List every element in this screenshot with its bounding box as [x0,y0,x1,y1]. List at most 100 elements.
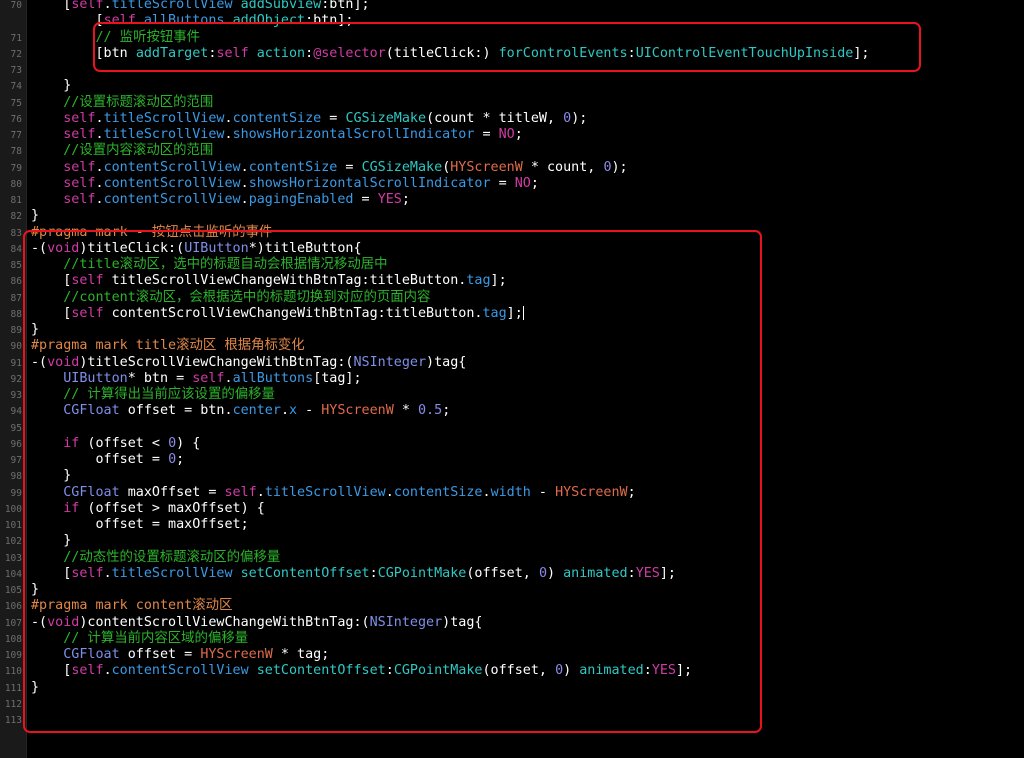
code-token: ; [514,127,523,142]
line-number: 73 [10,65,22,76]
line-number: 101 [4,520,22,531]
code-token: 0 [563,110,572,126]
code-token: self [63,159,96,175]
line-number: 99 [10,487,22,499]
line-number: 107 [4,617,22,629]
code-token: . [224,110,233,126]
code-token: showsHorizontalScrollIndicator [248,175,491,191]
line-number: 87 [10,292,22,304]
line-number: 79 [10,162,22,174]
code-token: . [95,175,104,191]
code-token: } [31,78,72,94]
line-number: 81 [10,195,22,206]
line-number: 103 [4,552,22,564]
code-token: self [71,0,104,12]
code-token: . [95,159,104,175]
line-number: 96 [10,438,22,450]
code-token: . [95,127,104,142]
code-line[interactable]: 79 self.contentScrollView.contentSize = … [0,160,1024,176]
code-line[interactable]: 80 self.contentScrollView.showsHorizonta… [0,176,1024,192]
line-number: 76 [10,113,22,125]
line-number: 102 [4,536,22,548]
line-number: 91 [10,357,22,369]
code-token: ); [611,159,628,175]
line-number: 95 [10,422,22,434]
line-number: 94 [10,406,22,418]
code-line[interactable]: 81 self.contentScrollView.pagingEnabled … [0,192,1024,208]
code-text: //设置内容滚动区的范围 [31,143,213,159]
code-text: } [31,208,39,224]
code-token: self [63,110,96,126]
line-number: 110 [4,666,22,678]
code-token: } [31,208,40,224]
code-line[interactable]: 82} [0,208,1024,224]
code-token: titleScrollView [103,127,225,142]
code-token: CGSizeMake [361,159,443,175]
line-number: 97 [10,455,22,466]
code-text: self.titleScrollView.contentSize = CGSiz… [31,111,587,127]
line-number: 75 [10,97,22,109]
code-token: titleScrollView [103,110,225,126]
line-number: 74 [10,81,22,93]
code-token: . [103,0,112,12]
line-number: 83 [10,227,22,239]
code-token: = [353,192,378,207]
line-number: 112 [4,698,22,710]
code-token: self [63,175,96,191]
code-token: //设置内容滚动区的范围 [63,143,214,159]
code-line[interactable]: 78 //设置内容滚动区的范围 [0,143,1024,159]
code-token: contentScrollView [103,192,241,207]
code-token: . [240,192,249,207]
line-number: 85 [10,260,22,271]
code-token: (count * titleW, [426,110,564,126]
code-token: * count, [522,159,604,175]
code-token: = [474,127,499,142]
code-token: . [95,110,104,126]
code-token: :btn]; [321,0,370,12]
code-text: self.titleScrollView.showsHorizontalScro… [31,127,523,143]
code-line[interactable]: 76 self.titleScrollView.contentSize = CG… [0,111,1024,127]
code-token: ; [530,175,539,191]
line-number: 80 [10,178,22,190]
code-line[interactable]: 74 } [0,78,1024,94]
code-text: //设置标题滚动区的范围 [31,95,213,111]
line-number: 105 [4,585,22,596]
code-text: self.contentScrollView.pagingEnabled = Y… [31,192,410,208]
code-token: . [240,175,249,191]
highlight-box-add-target [93,22,921,72]
line-number: 93 [10,390,22,401]
code-token: pagingEnabled [248,192,354,207]
code-line[interactable]: 77 self.titleScrollView.showsHorizontalS… [0,127,1024,143]
line-number: 92 [10,373,22,385]
line-number: 104 [4,568,22,580]
line-number: 72 [10,48,22,60]
code-token: addSubview [240,0,322,12]
line-number: 70 [10,0,22,11]
code-text: self.contentScrollView.showsHorizontalSc… [31,176,539,192]
code-token: = [490,175,515,191]
line-number: 78 [10,146,22,158]
code-token: . [95,192,104,207]
line-number: 111 [4,682,22,694]
code-editor[interactable]: 70 [self.titleScrollView addSubview:btn]… [0,0,1024,758]
line-number: 86 [10,276,22,288]
code-text: self.contentScrollView.contentSize = CGS… [31,159,628,176]
code-token: showsHorizontalScrollIndicator [232,127,475,142]
code-token: HYScreenW [450,159,523,175]
code-token: self [63,192,96,207]
code-token: ; [401,192,410,207]
code-token: NO [514,175,531,191]
code-token: titleScrollView [111,0,233,12]
code-line[interactable]: 70 [self.titleScrollView addSubview:btn]… [0,0,1024,13]
code-text: } [31,78,71,94]
line-number: 98 [10,471,22,483]
code-line[interactable]: 75 //设置标题滚动区的范围 [0,95,1024,111]
